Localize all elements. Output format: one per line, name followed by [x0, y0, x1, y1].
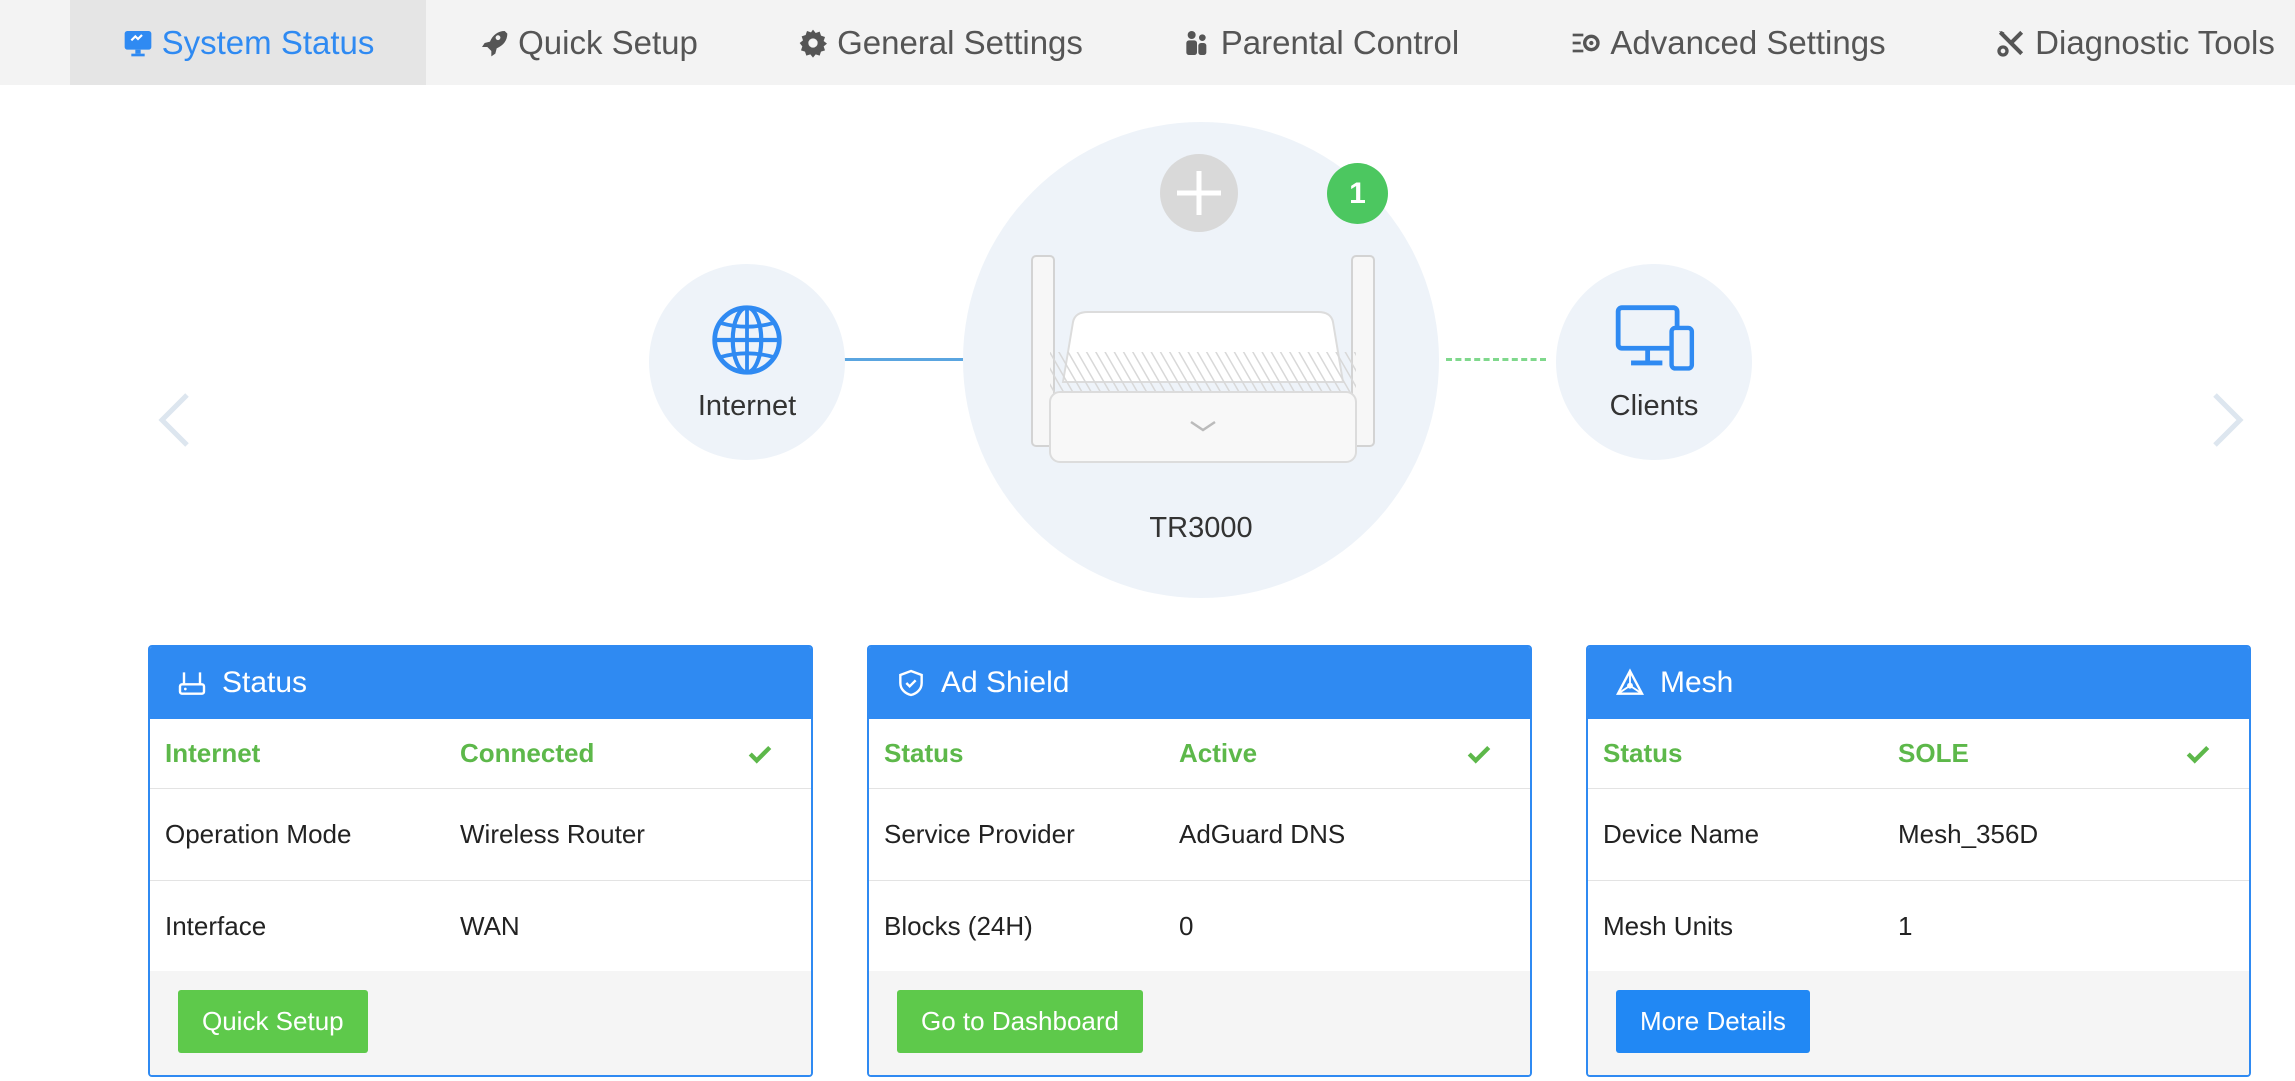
checkmark-icon — [748, 745, 772, 764]
tools-icon — [1997, 30, 2024, 57]
rocket-icon — [482, 30, 508, 56]
mesh-row-mesh-units: Mesh Units 1 — [1588, 881, 2249, 973]
router-label: TR3000 — [1149, 512, 1253, 544]
row-value: Connected — [460, 738, 595, 768]
tab-diagnostic-tools[interactable]: Diagnostic Tools — [1975, 0, 2295, 85]
add-mesh-button[interactable] — [1160, 154, 1238, 232]
clients-link — [1446, 358, 1546, 361]
tab-advanced-settings[interactable]: Advanced Settings — [1553, 0, 1903, 85]
clients-label: Clients — [1609, 390, 1699, 422]
gear-icon — [799, 29, 828, 58]
row-key: Service Provider — [884, 819, 1075, 849]
advanced-settings-icon — [1573, 33, 1601, 52]
card-footer: Go to Dashboard — [869, 971, 1530, 1075]
tab-parental-control[interactable]: Parental Control — [1160, 0, 1480, 85]
top-navigation: System Status Quick Setup General Settin… — [0, 0, 2295, 85]
tab-quick-setup[interactable]: Quick Setup — [448, 0, 728, 85]
mesh-row-status: Status SOLE — [1588, 719, 2249, 789]
tab-label: Quick Setup — [518, 23, 698, 61]
tab-system-status[interactable]: System Status — [70, 0, 426, 85]
row-value: WAN — [460, 911, 520, 941]
card-header: Ad Shield — [869, 647, 1530, 719]
internet-label: Internet — [697, 390, 797, 422]
row-value: SOLE — [1898, 738, 1969, 768]
row-value: Active — [1179, 738, 1258, 768]
go-to-dashboard-button[interactable]: Go to Dashboard — [897, 990, 1144, 1053]
row-value: Mesh_356D — [1898, 819, 2039, 849]
adshield-row-service-provider: Service Provider AdGuard DNS — [869, 789, 1530, 881]
row-key: Status — [884, 738, 964, 768]
row-key: Mesh Units — [1603, 911, 1734, 941]
row-value: Wireless Router — [460, 819, 645, 849]
adshield-row-blocks: Blocks (24H) 0 — [869, 881, 1530, 973]
card-title: Ad Shield — [941, 666, 1070, 699]
card-header: Status — [150, 647, 811, 719]
row-key: Interface — [165, 911, 267, 941]
card-title: Mesh — [1660, 666, 1734, 699]
row-key: Internet — [165, 738, 261, 768]
status-row-interface: Interface WAN — [150, 881, 811, 973]
mesh-icon — [1616, 668, 1644, 695]
devices-icon — [1615, 305, 1695, 371]
chevron-left-icon[interactable] — [142, 380, 202, 460]
clients-node[interactable]: Clients — [1556, 264, 1752, 460]
adshield-row-status: Status Active — [869, 719, 1530, 789]
card-footer: More Details — [1588, 971, 2249, 1075]
card-header: Mesh — [1588, 647, 2249, 719]
row-value: 0 — [1179, 911, 1194, 941]
router-image — [1031, 255, 1375, 463]
internet-node[interactable]: Internet — [649, 264, 845, 460]
more-details-button[interactable]: More Details — [1616, 990, 1810, 1053]
quick-setup-button[interactable]: Quick Setup — [178, 990, 368, 1053]
card-footer: Quick Setup — [150, 971, 811, 1075]
row-key: Device Name — [1603, 819, 1760, 849]
internet-link — [843, 358, 963, 361]
status-row-internet: Internet Connected — [150, 719, 811, 789]
globe-icon — [712, 305, 782, 375]
shield-icon — [899, 669, 923, 697]
checkmark-icon — [1467, 745, 1491, 764]
ad-shield-card: Ad Shield Status Active Service Provider… — [867, 645, 1532, 1077]
checkmark-icon — [2186, 745, 2210, 764]
row-value: AdGuard DNS — [1179, 819, 1346, 849]
tab-label: Advanced Settings — [1610, 23, 1886, 61]
router-icon — [178, 672, 206, 695]
tab-label: Diagnostic Tools — [2035, 23, 2275, 61]
tab-general-settings[interactable]: General Settings — [775, 0, 1105, 85]
tab-label: General Settings — [837, 23, 1083, 61]
tab-label: Parental Control — [1220, 23, 1460, 61]
monitor-icon — [124, 30, 151, 56]
row-value: 1 — [1898, 911, 1913, 941]
family-icon — [1186, 30, 1207, 55]
row-key: Operation Mode — [165, 819, 352, 849]
mesh-card: Mesh Status SOLE Device Name Mesh_356D M… — [1586, 645, 2251, 1077]
status-card: Status Internet Connected Operation Mode… — [148, 645, 813, 1077]
row-key: Blocks (24H) — [884, 911, 1033, 941]
status-row-operation-mode: Operation Mode Wireless Router — [150, 789, 811, 881]
chevron-right-icon[interactable] — [2200, 380, 2260, 460]
tab-label: System Status — [161, 23, 375, 61]
row-key: Status — [1603, 738, 1683, 768]
client-count-badge: 1 — [1327, 163, 1388, 224]
card-title: Status — [222, 666, 308, 699]
mesh-row-device-name: Device Name Mesh_356D — [1588, 789, 2249, 881]
